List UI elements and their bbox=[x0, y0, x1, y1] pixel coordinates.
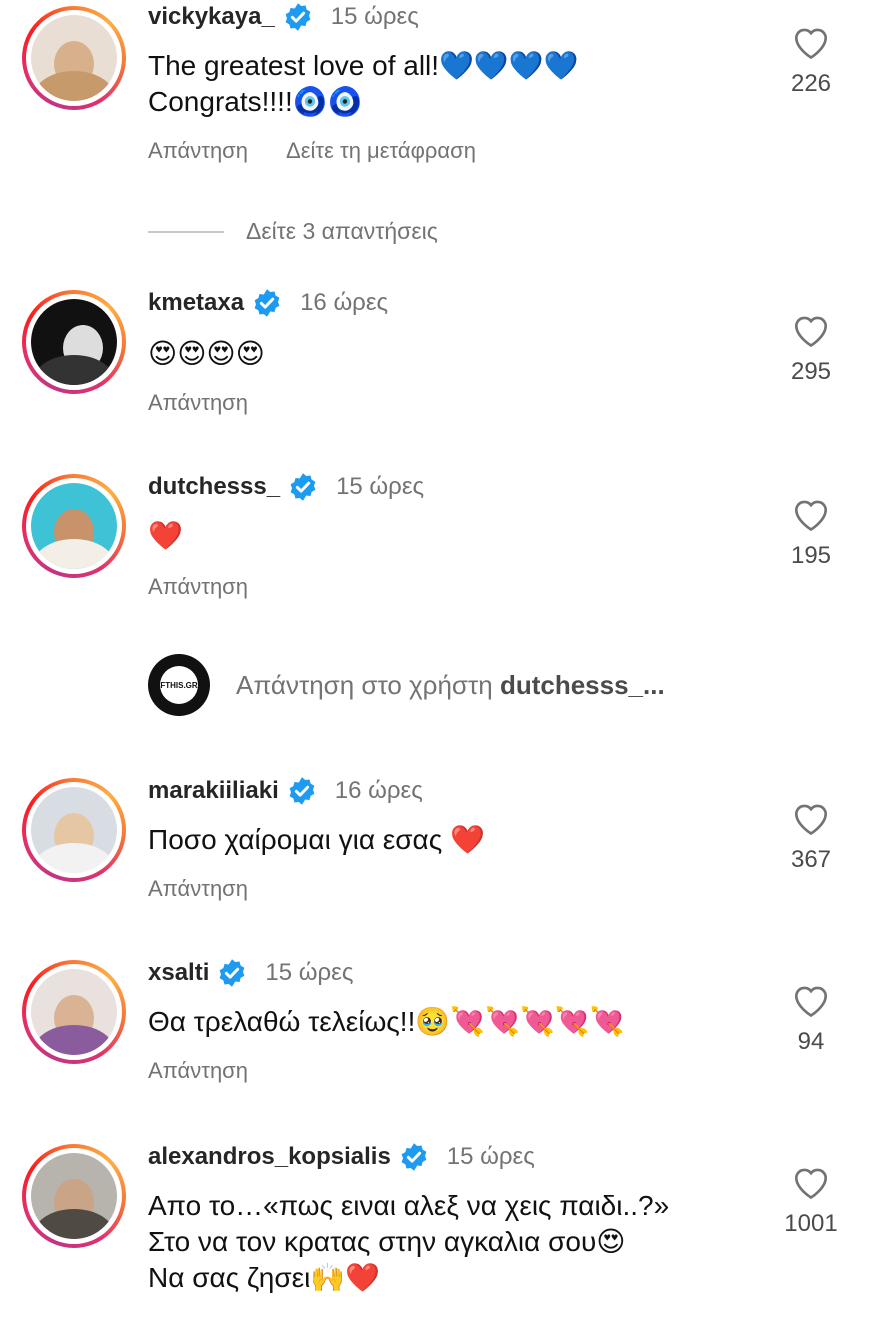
avatar[interactable] bbox=[22, 778, 126, 882]
comment-time: 15 ώρες bbox=[446, 1143, 535, 1170]
heart-icon[interactable] bbox=[791, 800, 831, 836]
username[interactable]: xsalti bbox=[148, 959, 209, 987]
comment-text: Απο το…«πως ειναι αλεξ να χεις παιδι..?»… bbox=[148, 1190, 670, 1293]
verified-badge-icon bbox=[220, 959, 245, 987]
divider bbox=[148, 230, 224, 233]
comment-text: Ποσο χαίρομαι για εσας ❤️ bbox=[148, 824, 485, 855]
verified-badge-icon bbox=[285, 3, 311, 31]
reply-button[interactable]: Απάντηση bbox=[148, 574, 248, 600]
comment-time: 16 ώρες bbox=[334, 777, 423, 804]
username[interactable]: marakiiliaki bbox=[148, 777, 279, 805]
comment-text: ❤️ bbox=[148, 520, 183, 551]
username[interactable]: alexandros_kopsialis bbox=[148, 1143, 391, 1171]
reply-composer[interactable]: FTHIS.GR Απάντηση στο χρήστη dutchesss_.… bbox=[148, 654, 665, 716]
like-count: 94 bbox=[797, 1028, 825, 1055]
reply-button[interactable]: Απάντηση bbox=[148, 390, 248, 416]
reply-prompt: Απάντηση στο χρήστη bbox=[236, 669, 493, 700]
avatar[interactable] bbox=[22, 1144, 126, 1248]
comment-time: 15 ώρες bbox=[265, 959, 354, 986]
heart-icon[interactable] bbox=[791, 496, 831, 532]
avatar[interactable] bbox=[22, 6, 126, 110]
reply-button[interactable]: Απάντηση bbox=[148, 1058, 248, 1084]
heart-icon[interactable] bbox=[791, 1164, 831, 1200]
view-replies-button[interactable]: Δείτε 3 απαντήσεις bbox=[148, 218, 438, 245]
like-count: 1001 bbox=[784, 1210, 838, 1237]
like-count: 367 bbox=[790, 846, 832, 873]
username[interactable]: vickykaya_ bbox=[148, 3, 275, 31]
comment-text: 😍😍😍😍 bbox=[148, 338, 265, 369]
username[interactable]: dutchesss_ bbox=[148, 473, 280, 501]
avatar[interactable] bbox=[22, 474, 126, 578]
comment-time: 15 ώρες bbox=[330, 3, 419, 30]
comment-time: 15 ώρες bbox=[336, 473, 425, 500]
like-count: 295 bbox=[790, 358, 832, 385]
heart-icon[interactable] bbox=[791, 24, 831, 60]
verified-badge-icon bbox=[290, 473, 316, 501]
verified-badge-icon bbox=[289, 777, 315, 805]
like-count: 195 bbox=[790, 542, 832, 569]
reply-button[interactable]: Απάντηση bbox=[148, 138, 248, 164]
verified-badge-icon bbox=[254, 289, 280, 317]
comment-text: Θα τρελαθώ τελείως!!🥹💘💘💘💘💘 bbox=[148, 1006, 625, 1037]
heart-icon[interactable] bbox=[791, 982, 831, 1018]
logo-text: FTHIS.GR bbox=[160, 666, 198, 704]
avatar[interactable] bbox=[22, 960, 126, 1064]
username[interactable]: kmetaxa bbox=[148, 289, 244, 317]
reply-button[interactable]: Απάντηση bbox=[148, 876, 248, 902]
reply-target-user: dutchesss_... bbox=[499, 669, 665, 700]
see-translation-button[interactable]: Δείτε τη μετάφραση bbox=[286, 138, 476, 164]
comment-time: 16 ώρες bbox=[300, 289, 389, 316]
avatar[interactable] bbox=[22, 290, 126, 394]
heart-icon[interactable] bbox=[791, 312, 831, 348]
verified-badge-icon bbox=[401, 1143, 427, 1171]
avatar: FTHIS.GR bbox=[148, 654, 210, 716]
like-count: 226 bbox=[790, 70, 832, 97]
comment-text: The greatest love of all!💙💙💙💙 Congrats!!… bbox=[148, 50, 579, 117]
